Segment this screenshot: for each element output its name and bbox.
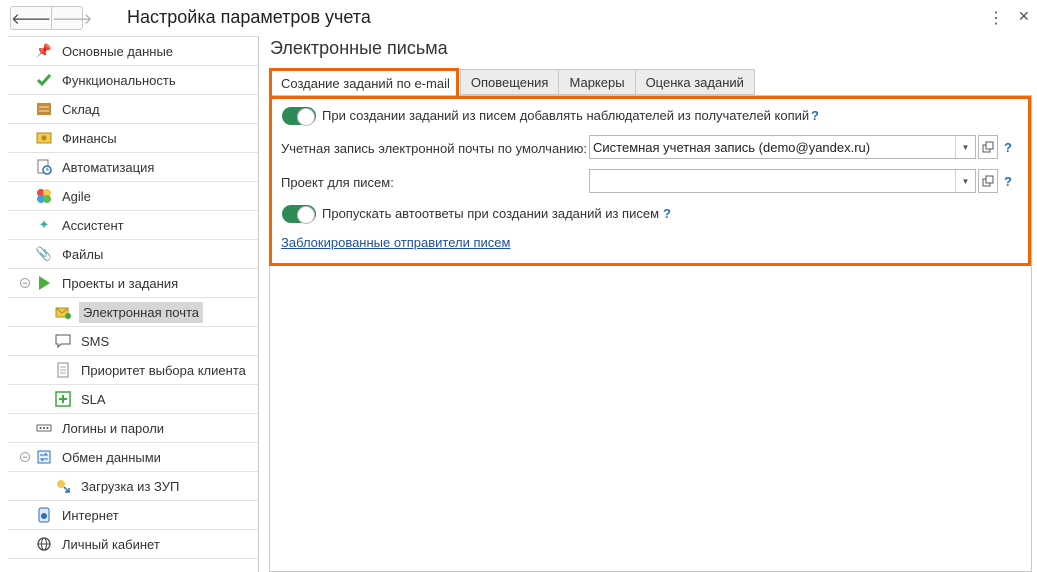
sidebar-item-data-exchange[interactable]: − Обмен данными <box>8 443 258 472</box>
window-title: Настройка параметров учета <box>127 7 371 27</box>
checkmark-icon <box>36 72 52 88</box>
sidebar-item-label: Интернет <box>62 507 119 523</box>
tab-bar: Создание заданий по e-mail Оповещения Ма… <box>270 69 755 96</box>
sidebar-item-label: Электронная почта <box>79 301 204 323</box>
sidebar-item-projects[interactable]: − Проекты и задания <box>8 269 258 298</box>
sidebar-item-label: SLA <box>81 391 106 407</box>
sidebar-item-label: Загрузка из ЗУП <box>81 478 180 494</box>
sidebar-item-label: Логины и пароли <box>62 420 165 436</box>
warehouse-icon <box>36 101 52 117</box>
sidebar-item-files[interactable]: 📎 Файлы <box>8 240 258 269</box>
chevron-down-icon[interactable]: ▼ <box>955 170 975 192</box>
sidebar-item-agile[interactable]: Agile <box>8 182 258 211</box>
project-label: Проект для писем: <box>281 175 394 190</box>
default-account-label: Учетная запись электронной почты по умол… <box>281 141 587 156</box>
watchers-from-cc-label: При создании заданий из писем добавлять … <box>322 108 810 123</box>
pin-icon: 📌 <box>35 43 53 58</box>
help-icon[interactable]: ? <box>1004 140 1012 155</box>
agile-icon <box>36 188 52 204</box>
sidebar-item-sms[interactable]: SMS <box>8 327 258 356</box>
settings-sidebar: 📌 Основные данные Функциональность Склад… <box>8 36 259 572</box>
project-field[interactable]: ▼ <box>589 169 976 193</box>
globe-icon <box>36 536 52 552</box>
finance-icon <box>36 130 52 146</box>
paperclip-icon: 📎 <box>35 246 53 261</box>
tab-label: Оповещения <box>470 74 549 90</box>
collapse-toggle-icon[interactable]: − <box>20 278 30 288</box>
tab-content-panel <box>269 95 1032 572</box>
password-icon <box>36 420 52 436</box>
sidebar-item-sla[interactable]: SLA <box>8 385 258 414</box>
sidebar-item-label: Ассистент <box>62 217 124 233</box>
tab-markers[interactable]: Маркеры <box>559 69 636 95</box>
tab-notifications[interactable]: Оповещения <box>460 69 560 95</box>
sidebar-item-label: SMS <box>81 333 110 349</box>
exchange-icon <box>36 449 52 465</box>
sidebar-item-label: Личный кабинет <box>62 536 160 552</box>
sidebar-item-functionality[interactable]: Функциональность <box>8 66 258 95</box>
sidebar-item-label: Финансы <box>62 130 117 146</box>
skip-autoreplies-label: Пропускать автоответы при создании задан… <box>322 206 660 221</box>
collapse-toggle-icon[interactable]: − <box>20 452 30 462</box>
navigation-buttons: 🡐 🡒 <box>10 6 92 30</box>
import-icon <box>55 478 71 494</box>
sidebar-item-finance[interactable]: Финансы <box>8 124 258 153</box>
tab-label: Оценка заданий <box>645 74 744 90</box>
title-bar: 🡐 🡒 Настройка параметров учета ⋮ ✕ <box>0 0 1037 36</box>
open-window-icon <box>982 175 994 187</box>
sparkle-icon: ✦ <box>38 217 50 232</box>
tab-label: Маркеры <box>569 74 625 90</box>
sidebar-item-label: Функциональность <box>62 72 176 88</box>
sidebar-item-label: Автоматизация <box>62 159 155 175</box>
sidebar-item-client-priority[interactable]: Приоритет выбора клиента <box>8 356 258 385</box>
tab-task-rating[interactable]: Оценка заданий <box>635 69 755 95</box>
tab-label: Создание заданий по e-mail <box>281 75 450 91</box>
default-account-value: Системная учетная запись (demo@yandex.ru… <box>593 139 871 155</box>
forward-button[interactable]: 🡒 <box>51 7 92 29</box>
sidebar-item-label: Обмен данными <box>62 449 161 465</box>
arrow-right-icon: 🡒 <box>52 10 93 28</box>
chevron-down-icon[interactable]: ▼ <box>955 136 975 158</box>
open-account-button[interactable] <box>978 135 998 159</box>
email-icon <box>55 304 71 320</box>
tab-email-tasks[interactable]: Создание заданий по e-mail <box>270 69 461 96</box>
page-title: Электронные письма <box>270 38 448 58</box>
arrow-left-icon: 🡐 <box>11 10 52 28</box>
more-vertical-icon[interactable]: ⋮ <box>988 8 1004 28</box>
automation-icon <box>36 159 52 175</box>
sidebar-item-internet[interactable]: Интернет <box>8 501 258 530</box>
open-project-button[interactable] <box>978 169 998 193</box>
play-icon <box>36 275 52 291</box>
sidebar-item-label: Файлы <box>62 246 104 262</box>
sidebar-item-zup-import[interactable]: Загрузка из ЗУП <box>8 472 258 501</box>
help-icon[interactable]: ? <box>1004 174 1012 189</box>
sidebar-item-email[interactable]: Электронная почта <box>8 298 258 327</box>
sidebar-item-automation[interactable]: Автоматизация <box>8 153 258 182</box>
sidebar-item-logins[interactable]: Логины и пароли <box>8 414 258 443</box>
internet-icon <box>36 507 52 523</box>
blocked-senders-link[interactable]: Заблокированные отправители писем <box>281 235 510 250</box>
sidebar-item-label: Проекты и задания <box>62 275 179 291</box>
speech-bubble-icon <box>55 333 71 349</box>
help-icon[interactable]: ? <box>663 206 671 221</box>
sidebar-item-label: Склад <box>62 101 100 117</box>
sla-plus-icon <box>55 391 71 407</box>
document-icon <box>55 362 71 378</box>
close-icon[interactable]: ✕ <box>1018 8 1030 25</box>
help-icon[interactable]: ? <box>811 108 819 123</box>
sidebar-item-warehouse[interactable]: Склад <box>8 95 258 124</box>
sidebar-item-label: Приоритет выбора клиента <box>81 362 246 378</box>
sidebar-item-assistant[interactable]: ✦ Ассистент <box>8 211 258 240</box>
sidebar-item-label: Основные данные <box>62 43 174 59</box>
sidebar-item-basic-data[interactable]: 📌 Основные данные <box>8 37 258 66</box>
default-account-field[interactable]: Системная учетная запись (demo@yandex.ru… <box>589 135 976 159</box>
back-button[interactable]: 🡐 <box>11 7 51 29</box>
skip-autoreplies-toggle[interactable] <box>282 205 316 224</box>
open-window-icon <box>982 141 994 153</box>
sidebar-item-label: Agile <box>62 188 91 204</box>
sidebar-item-personal-cabinet[interactable]: Личный кабинет <box>8 530 258 559</box>
watchers-from-cc-toggle[interactable] <box>282 107 316 126</box>
